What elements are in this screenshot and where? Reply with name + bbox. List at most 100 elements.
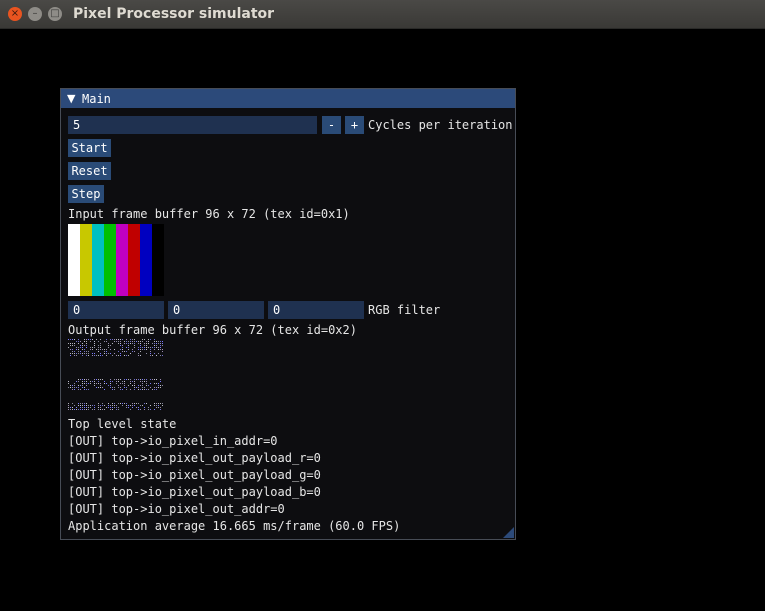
- rgb-filter-b-input[interactable]: 0: [268, 301, 364, 319]
- output-pixel: [132, 339, 133, 340]
- output-pixel: [136, 341, 137, 342]
- reset-button[interactable]: Reset: [68, 162, 111, 180]
- cycles-input[interactable]: 5: [68, 116, 317, 134]
- window-close-button[interactable]: ×: [8, 7, 22, 21]
- output-pixel: [88, 389, 89, 390]
- output-pixel: [68, 409, 69, 410]
- output-pixel: [104, 353, 105, 354]
- resize-grip[interactable]: [503, 527, 514, 538]
- output-pixel: [122, 389, 123, 390]
- output-pixel: [94, 345, 95, 346]
- panel-title-bar[interactable]: ▼ Main: [61, 89, 515, 108]
- window-maximize-button[interactable]: □: [48, 7, 62, 21]
- output-pixel: [114, 353, 115, 354]
- output-pixel: [132, 385, 133, 386]
- output-pixel: [126, 387, 127, 388]
- output-pixel: [82, 385, 83, 386]
- step-button[interactable]: Step: [68, 185, 104, 203]
- output-pixel: [160, 349, 161, 350]
- output-pixel: [78, 379, 79, 380]
- output-pixel: [160, 345, 161, 346]
- output-pixel: [104, 389, 105, 390]
- output-pixel: [88, 339, 89, 340]
- output-pixel: [140, 381, 141, 382]
- output-pixel: [110, 405, 111, 406]
- output-pixel: [100, 405, 101, 406]
- output-pixel: [160, 409, 161, 410]
- output-pixel: [70, 407, 71, 408]
- output-pixel: [154, 343, 155, 344]
- rgb-filter-r-input[interactable]: 0: [68, 301, 164, 319]
- output-pixel: [118, 385, 119, 386]
- output-pixel: [86, 381, 87, 382]
- output-pixel: [112, 343, 113, 344]
- output-pixel: [106, 355, 107, 356]
- output-pixel: [84, 353, 85, 354]
- output-pixel: [126, 407, 127, 408]
- output-pixel: [146, 347, 147, 348]
- output-pixel: [108, 405, 109, 406]
- cycles-increment-button[interactable]: +: [345, 116, 364, 134]
- output-pixel: [118, 341, 119, 342]
- output-pixel: [132, 381, 133, 382]
- output-pixel: [144, 345, 145, 346]
- output-pixel: [156, 403, 157, 404]
- output-pixel: [98, 381, 99, 382]
- output-pixel: [150, 353, 151, 354]
- output-pixel: [86, 389, 87, 390]
- output-pixel: [144, 339, 145, 340]
- rgb-filter-label: RGB filter: [368, 303, 441, 317]
- output-pixel: [76, 407, 77, 408]
- output-pixel: [108, 343, 109, 344]
- output-pixel: [162, 345, 163, 346]
- os-title-bar: × – □ Pixel Processor simulator: [0, 0, 765, 29]
- collapse-triangle-icon[interactable]: ▼: [67, 92, 75, 105]
- main-panel[interactable]: ▼ Main 5 - + Cycles per iteration Start …: [60, 88, 516, 540]
- output-pixel: [102, 405, 103, 406]
- output-pixel: [88, 351, 89, 352]
- window-minimize-button[interactable]: –: [28, 7, 42, 21]
- output-pixel: [146, 403, 147, 404]
- cycles-decrement-button[interactable]: -: [322, 116, 341, 134]
- state-line-pixel-out-addr: [OUT] top->io_pixel_out_addr=0: [68, 502, 285, 516]
- output-pixel: [84, 389, 85, 390]
- output-pixel: [82, 409, 83, 410]
- output-pixel: [86, 345, 87, 346]
- output-pixel: [142, 389, 143, 390]
- output-pixel: [110, 381, 111, 382]
- output-pixel: [130, 383, 131, 384]
- output-pixel: [68, 405, 69, 406]
- output-pixel: [100, 355, 101, 356]
- output-pixel: [76, 341, 77, 342]
- output-pixel: [154, 353, 155, 354]
- output-pixel: [114, 341, 115, 342]
- output-pixel: [110, 385, 111, 386]
- start-button[interactable]: Start: [68, 139, 111, 157]
- output-pixel: [134, 387, 135, 388]
- output-pixel: [134, 343, 135, 344]
- output-pixel: [84, 405, 85, 406]
- output-pixel: [110, 379, 111, 380]
- output-pixel: [138, 349, 139, 350]
- output-pixel: [100, 385, 101, 386]
- output-pixel: [136, 403, 137, 404]
- output-pixel: [144, 381, 145, 382]
- output-pixel: [72, 351, 73, 352]
- output-pixel: [74, 343, 75, 344]
- output-pixel: [96, 349, 97, 350]
- output-pixel: [118, 343, 119, 344]
- output-pixel: [126, 351, 127, 352]
- output-pixel: [118, 387, 119, 388]
- rgb-filter-g-input[interactable]: 0: [168, 301, 264, 319]
- output-pixel: [106, 341, 107, 342]
- output-pixel: [86, 385, 87, 386]
- output-pixel: [104, 349, 105, 350]
- output-pixel: [148, 343, 149, 344]
- output-pixel: [158, 347, 159, 348]
- output-pixel: [88, 407, 89, 408]
- color-bar-4: [116, 224, 128, 296]
- output-pixel: [98, 341, 99, 342]
- output-pixel: [156, 383, 157, 384]
- output-pixel: [132, 403, 133, 404]
- output-pixel: [150, 379, 151, 380]
